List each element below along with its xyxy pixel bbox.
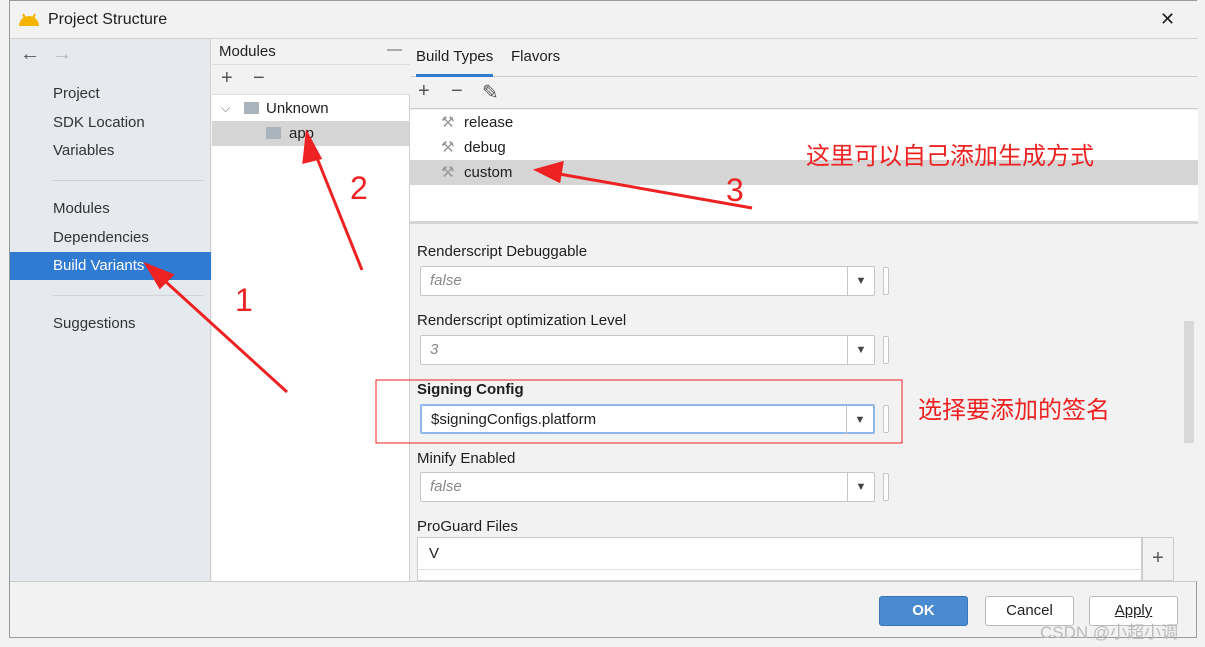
annotation-note-signing: 选择要添加的签名 — [918, 397, 1110, 424]
arrow-1 — [153, 270, 289, 394]
signing-highlight-box — [375, 379, 903, 444]
watermark: CSDN @小超小调 — [1040, 623, 1179, 642]
annotation-note-build-types: 这里可以自己添加生成方式 — [806, 143, 1094, 170]
arrow-head-2 — [302, 129, 323, 164]
annotation-number-1: 1 — [235, 282, 253, 318]
arrow-3 — [547, 170, 753, 210]
annotation-number-3: 3 — [726, 172, 744, 208]
arrow-head-3 — [532, 160, 564, 184]
annotation-number-2: 2 — [350, 170, 368, 206]
annotation-arrows — [143, 129, 903, 444]
